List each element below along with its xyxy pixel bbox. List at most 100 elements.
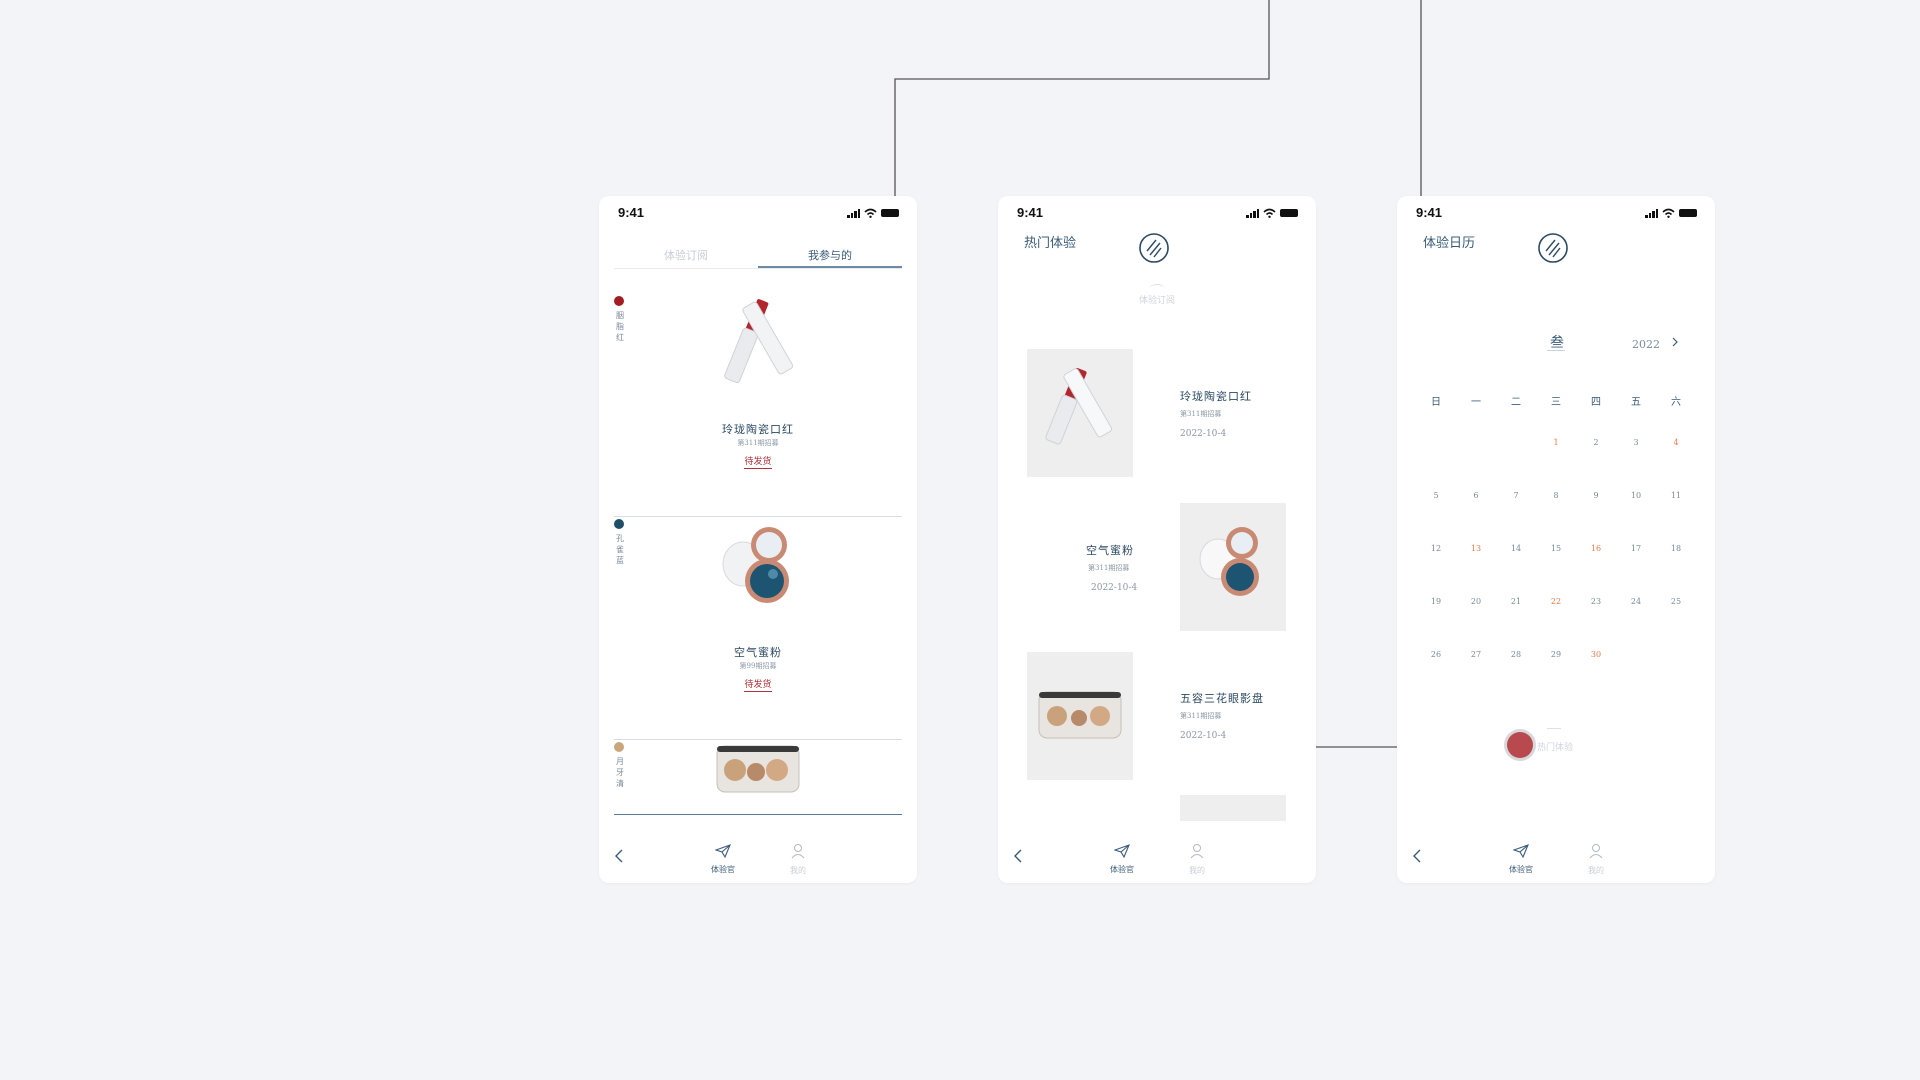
color-dot xyxy=(614,519,624,529)
calendar-day[interactable]: 27 xyxy=(1456,648,1496,701)
hot-experience-button[interactable] xyxy=(1507,732,1533,758)
powder-compact-image xyxy=(1199,527,1259,596)
calendar-day[interactable]: 16 xyxy=(1576,542,1616,595)
calendar-day[interactable]: 22 xyxy=(1536,595,1576,648)
calendar-day[interactable]: 3 xyxy=(1616,436,1656,489)
list-item[interactable]: 胭脂红 玲珑陶瓷口红 第311期招募 待发货 xyxy=(614,296,902,517)
tab-participated[interactable]: 我参与的 xyxy=(758,244,902,268)
status-icons xyxy=(847,208,899,218)
page-title: 热门体验 xyxy=(1024,236,1077,251)
status-time: 9:41 xyxy=(618,205,645,220)
calendar-year: 2022 xyxy=(1632,338,1660,351)
bottom-nav: 体验官 我的 xyxy=(1397,829,1715,883)
wifi-icon xyxy=(1263,208,1276,218)
calendar-day[interactable]: 20 xyxy=(1456,595,1496,648)
week-row: 5 6 7 8 9 10 11 xyxy=(1416,489,1696,542)
chevron-right-icon[interactable] xyxy=(1669,336,1681,348)
status-icons xyxy=(1645,208,1697,218)
paper-plane-icon xyxy=(1512,844,1529,859)
item-name: 五容三花眼影盘 xyxy=(1180,692,1264,705)
pull-indicator xyxy=(1149,284,1165,293)
product-thumbnail[interactable] xyxy=(1180,503,1286,631)
lipstick-image xyxy=(724,299,794,384)
calendar-day[interactable]: 2 xyxy=(1576,436,1616,489)
hot-experience-label: 热门体验 xyxy=(1537,743,1574,753)
list-item[interactable]: 孔雀蓝 空气蜜粉 第99期招募 待发货 xyxy=(614,519,902,740)
eyeshadow-palette-image xyxy=(716,745,800,793)
signal-icon xyxy=(1645,208,1658,218)
item-name: 空气蜜粉 xyxy=(1086,544,1134,557)
tab-bar: 体验订阅 我参与的 xyxy=(614,244,902,269)
eyeshadow-palette-image xyxy=(1038,691,1122,739)
weekday-label: 一 xyxy=(1471,397,1481,408)
calendar-month: 叁 xyxy=(1550,335,1564,351)
nav-experience[interactable]: 体验官 xyxy=(703,843,743,875)
paper-plane-icon xyxy=(714,844,731,859)
nav-me[interactable]: 我的 xyxy=(1576,843,1616,876)
calendar-day[interactable]: 8 xyxy=(1536,489,1576,542)
calendar-day[interactable]: 10 xyxy=(1616,489,1656,542)
calendar-day[interactable]: 21 xyxy=(1496,595,1536,648)
product-subtitle: 第311期招募 xyxy=(737,439,779,447)
calendar-day[interactable]: 25 xyxy=(1656,595,1696,648)
list-item[interactable]: 月牙清 xyxy=(614,742,902,815)
product-thumbnail[interactable] xyxy=(1027,652,1133,780)
product-thumbnail[interactable] xyxy=(1027,349,1133,477)
week-row: 19 20 21 22 23 24 25 xyxy=(1416,595,1696,648)
calendar-day[interactable]: 9 xyxy=(1576,489,1616,542)
color-dot xyxy=(614,296,624,306)
weekday-label: 四 xyxy=(1591,397,1601,408)
back-icon[interactable] xyxy=(1010,847,1028,865)
item-name: 玲珑陶瓷口红 xyxy=(1180,390,1252,403)
calendar-day[interactable]: 5 xyxy=(1416,489,1456,542)
calendar-empty-cell xyxy=(1496,436,1536,489)
battery-icon xyxy=(881,209,899,217)
calendar-day[interactable]: 18 xyxy=(1656,542,1696,595)
calendar-empty-cell xyxy=(1656,648,1696,701)
calendar-empty-cell xyxy=(1416,436,1456,489)
page-title: 体验日历 xyxy=(1423,236,1476,251)
nav-me[interactable]: 我的 xyxy=(1177,843,1217,876)
calendar-day[interactable]: 23 xyxy=(1576,595,1616,648)
calendar-day[interactable]: 13 xyxy=(1456,542,1496,595)
calendar-day[interactable]: 6 xyxy=(1456,489,1496,542)
status-icons xyxy=(1246,208,1298,218)
week-row: 1234 xyxy=(1416,436,1696,489)
calendar-day[interactable]: 24 xyxy=(1616,595,1656,648)
brand-logo-icon xyxy=(1139,233,1169,263)
weekday-label: 三 xyxy=(1551,397,1561,408)
calendar-day[interactable]: 28 xyxy=(1496,648,1536,701)
bottom-nav: 体验官 我的 xyxy=(599,829,917,883)
tab-subscription[interactable]: 体验订阅 xyxy=(614,244,758,268)
calendar-day[interactable]: 29 xyxy=(1536,648,1576,701)
calendar-day[interactable]: 7 xyxy=(1496,489,1536,542)
calendar-day[interactable]: 15 xyxy=(1536,542,1576,595)
back-icon[interactable] xyxy=(1409,847,1427,865)
status-text: 待发货 xyxy=(744,680,772,692)
calendar-day[interactable]: 12 xyxy=(1416,542,1456,595)
battery-icon xyxy=(1280,209,1298,217)
calendar-day[interactable]: 26 xyxy=(1416,648,1456,701)
weekday-label: 六 xyxy=(1671,397,1681,408)
nav-label: 我的 xyxy=(1189,866,1205,875)
item-subtitle: 第311期招募 xyxy=(1180,712,1222,720)
calendar-day[interactable]: 30 xyxy=(1576,648,1616,701)
nav-me[interactable]: 我的 xyxy=(778,843,818,876)
calendar-day[interactable]: 17 xyxy=(1616,542,1656,595)
brand-logo-icon xyxy=(1538,233,1568,263)
week-row: 12 13 14 15 16 17 18 xyxy=(1416,542,1696,595)
nav-experience[interactable]: 体验官 xyxy=(1102,843,1142,875)
back-icon[interactable] xyxy=(611,847,629,865)
shade-label: 孔雀蓝 xyxy=(616,534,624,565)
calendar-day[interactable]: 11 xyxy=(1656,489,1696,542)
button-tick xyxy=(1547,728,1561,730)
product-subtitle: 第99期招募 xyxy=(739,662,777,670)
user-icon xyxy=(1589,844,1603,859)
calendar-day[interactable]: 4 xyxy=(1656,436,1696,489)
calendar-day[interactable]: 14 xyxy=(1496,542,1536,595)
nav-experience[interactable]: 体验官 xyxy=(1501,843,1541,875)
calendar-day[interactable]: 1 xyxy=(1536,436,1576,489)
status-badge: 待发货 xyxy=(614,454,902,469)
shade-label: 月牙清 xyxy=(616,757,624,788)
calendar-day[interactable]: 19 xyxy=(1416,595,1456,648)
